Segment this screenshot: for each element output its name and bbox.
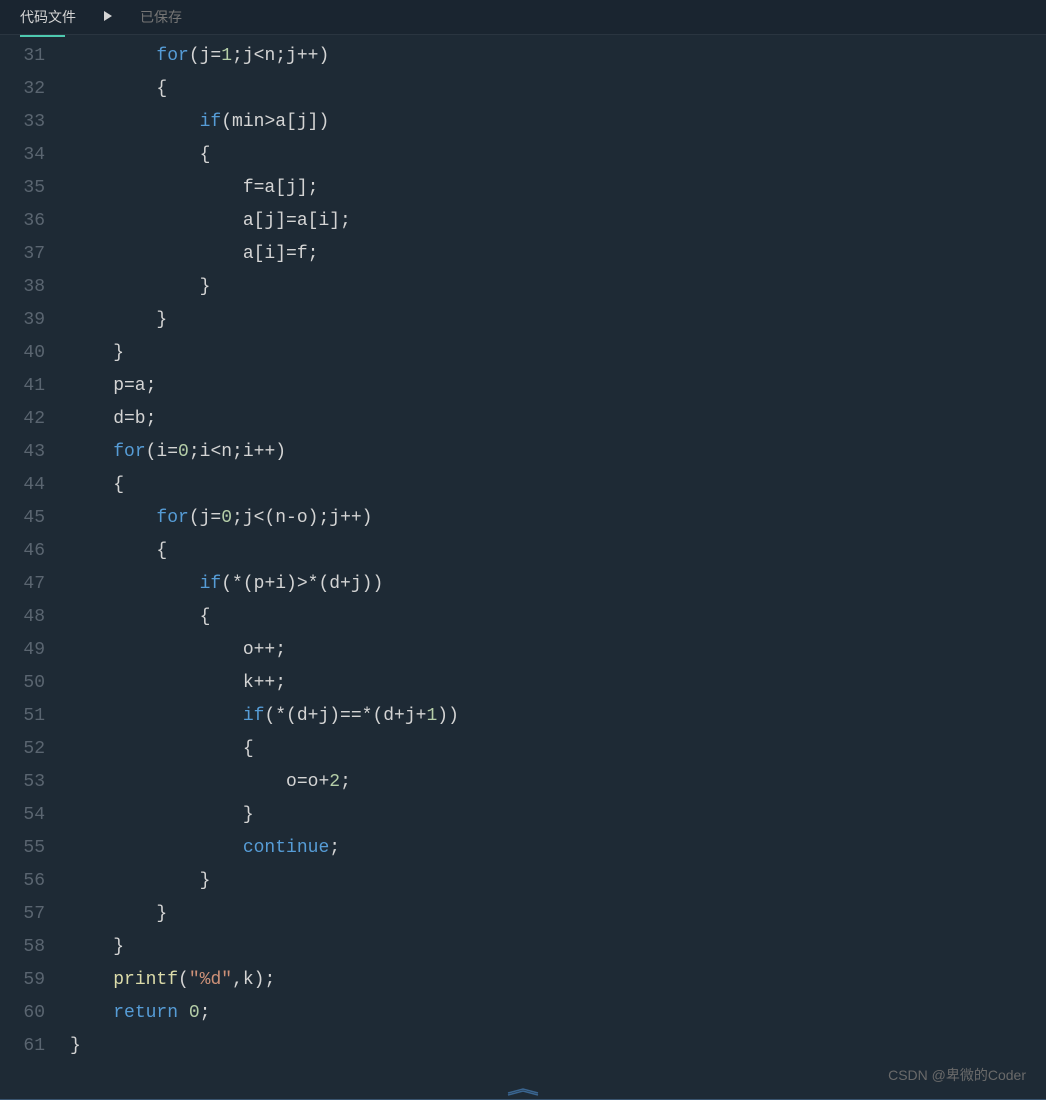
code-line[interactable]: } bbox=[70, 271, 1046, 304]
line-number: 52 bbox=[0, 733, 45, 766]
line-number: 40 bbox=[0, 337, 45, 370]
line-number: 61 bbox=[0, 1030, 45, 1063]
line-number: 44 bbox=[0, 469, 45, 502]
line-number: 42 bbox=[0, 403, 45, 436]
line-gutter: 3132333435363738394041424344454647484950… bbox=[0, 35, 60, 1100]
line-number: 58 bbox=[0, 931, 45, 964]
tab-underline bbox=[20, 35, 65, 37]
code-line[interactable]: if(min>a[j]) bbox=[70, 106, 1046, 139]
code-line[interactable]: } bbox=[70, 799, 1046, 832]
code-line[interactable]: f=a[j]; bbox=[70, 172, 1046, 205]
code-line[interactable]: a[j]=a[i]; bbox=[70, 205, 1046, 238]
code-line[interactable]: if(*(d+j)==*(d+j+1)) bbox=[70, 700, 1046, 733]
code-line[interactable]: continue; bbox=[70, 832, 1046, 865]
line-number: 31 bbox=[0, 40, 45, 73]
line-number: 56 bbox=[0, 865, 45, 898]
saved-status: 已保存 bbox=[140, 7, 182, 27]
code-line[interactable]: d=b; bbox=[70, 403, 1046, 436]
line-number: 35 bbox=[0, 172, 45, 205]
line-number: 59 bbox=[0, 964, 45, 997]
code-editor[interactable]: 3132333435363738394041424344454647484950… bbox=[0, 35, 1046, 1100]
code-line[interactable]: for(j=1;j<n;j++) bbox=[70, 40, 1046, 73]
code-line[interactable]: { bbox=[70, 733, 1046, 766]
line-number: 49 bbox=[0, 634, 45, 667]
line-number: 46 bbox=[0, 535, 45, 568]
line-number: 55 bbox=[0, 832, 45, 865]
line-number: 39 bbox=[0, 304, 45, 337]
code-line[interactable]: return 0; bbox=[70, 997, 1046, 1030]
line-number: 38 bbox=[0, 271, 45, 304]
code-area[interactable]: for(j=1;j<n;j++) { if(min>a[j]) { f=a[j]… bbox=[60, 35, 1046, 1100]
file-tab-label: 代码文件 bbox=[20, 9, 76, 25]
code-line[interactable]: } bbox=[70, 898, 1046, 931]
line-number: 50 bbox=[0, 667, 45, 700]
code-line[interactable]: if(*(p+i)>*(d+j)) bbox=[70, 568, 1046, 601]
code-line[interactable]: { bbox=[70, 73, 1046, 106]
code-line[interactable]: } bbox=[70, 931, 1046, 964]
code-line[interactable]: } bbox=[70, 865, 1046, 898]
code-line[interactable]: o++; bbox=[70, 634, 1046, 667]
code-line[interactable]: for(j=0;j<(n-o);j++) bbox=[70, 502, 1046, 535]
watermark: CSDN @卑微的Coder bbox=[888, 1065, 1026, 1085]
editor-header: 代码文件 已保存 bbox=[0, 0, 1046, 35]
code-line[interactable]: { bbox=[70, 601, 1046, 634]
code-line[interactable]: { bbox=[70, 139, 1046, 172]
line-number: 33 bbox=[0, 106, 45, 139]
file-tab[interactable]: 代码文件 bbox=[20, 7, 76, 27]
line-number: 36 bbox=[0, 205, 45, 238]
code-line[interactable]: o=o+2; bbox=[70, 766, 1046, 799]
line-number: 51 bbox=[0, 700, 45, 733]
line-number: 57 bbox=[0, 898, 45, 931]
code-line[interactable]: printf("%d",k); bbox=[70, 964, 1046, 997]
code-line[interactable]: } bbox=[70, 304, 1046, 337]
line-number: 53 bbox=[0, 766, 45, 799]
line-number: 60 bbox=[0, 997, 45, 1030]
code-line[interactable]: } bbox=[70, 1030, 1046, 1063]
line-number: 48 bbox=[0, 601, 45, 634]
play-icon[interactable] bbox=[101, 9, 115, 26]
code-line[interactable]: p=a; bbox=[70, 370, 1046, 403]
code-line[interactable]: { bbox=[70, 535, 1046, 568]
code-line[interactable]: a[i]=f; bbox=[70, 238, 1046, 271]
code-line[interactable]: for(i=0;i<n;i++) bbox=[70, 436, 1046, 469]
line-number: 43 bbox=[0, 436, 45, 469]
line-number: 37 bbox=[0, 238, 45, 271]
line-number: 32 bbox=[0, 73, 45, 106]
line-number: 41 bbox=[0, 370, 45, 403]
code-line[interactable]: } bbox=[70, 337, 1046, 370]
code-line[interactable]: { bbox=[70, 469, 1046, 502]
line-number: 34 bbox=[0, 139, 45, 172]
code-line[interactable]: k++; bbox=[70, 667, 1046, 700]
line-number: 54 bbox=[0, 799, 45, 832]
line-number: 47 bbox=[0, 568, 45, 601]
line-number: 45 bbox=[0, 502, 45, 535]
drag-handle-icon bbox=[493, 1087, 553, 1095]
